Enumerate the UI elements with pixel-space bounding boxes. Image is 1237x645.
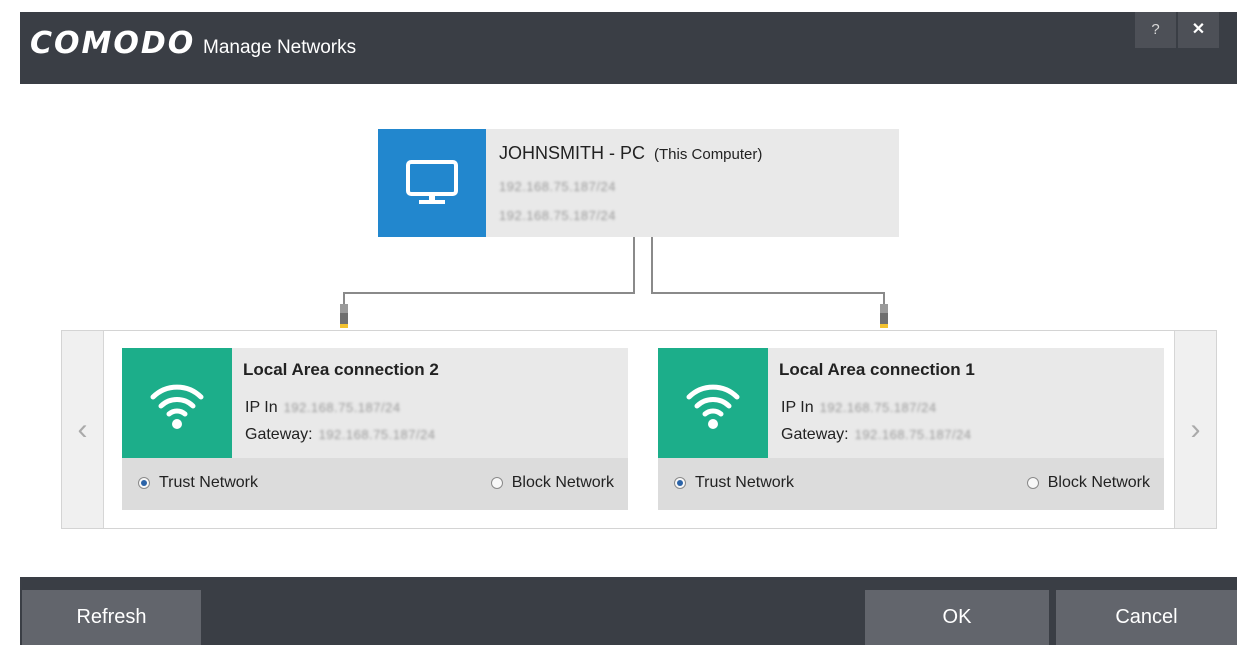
connection-ip: IP In 192.168.75.187/24 [781, 399, 937, 417]
networks-carousel: ‹ Local Area connection 2 IP In 192.168.7… [61, 330, 1217, 529]
block-network-radio[interactable]: Block Network [490, 474, 614, 492]
dialog-footer: Refresh OK Cancel [20, 577, 1237, 645]
trust-network-label: Trust Network [159, 474, 258, 491]
ip-label: IP In [781, 399, 814, 416]
manage-networks-dialog: COMODO Manage Networks ? ✕ JOHNSMITH - P… [20, 12, 1237, 645]
trust-network-radio[interactable]: Trust Network [138, 474, 258, 492]
radio-unselected-icon[interactable] [1026, 477, 1039, 489]
plug-left-icon [340, 304, 348, 328]
network-policy-options: Trust Network Block Network [122, 458, 628, 510]
network-map: JOHNSMITH - PC (This Computer) 192.168.7… [20, 84, 1237, 577]
connection-gateway: Gateway: 192.168.75.187/24 [245, 426, 436, 444]
gateway-label: Gateway: [245, 426, 313, 443]
connection-ip: IP In 192.168.75.187/24 [245, 399, 401, 417]
window-title: Manage Networks [203, 37, 357, 58]
this-computer-card: JOHNSMITH - PC (This Computer) 192.168.7… [378, 129, 899, 237]
computer-ip-address: 192.168.75.187/24 [499, 179, 616, 194]
next-arrow-icon[interactable]: › [1174, 331, 1216, 528]
wire-right [651, 237, 885, 306]
gateway-value: 192.168.75.187/24 [854, 427, 972, 442]
wifi-icon [122, 348, 232, 458]
network-card: Local Area connection 2 IP In 192.168.75.… [122, 348, 628, 510]
radio-unselected-icon[interactable] [490, 477, 503, 489]
ip-value: 192.168.75.187/24 [283, 400, 401, 415]
block-network-label: Block Network [511, 474, 614, 491]
network-cards: Local Area connection 2 IP In 192.168.75.… [104, 331, 1174, 528]
gateway-value: 192.168.75.187/24 [318, 427, 436, 442]
trust-network-label: Trust Network [695, 474, 794, 491]
previous-arrow-icon[interactable]: ‹ [62, 331, 104, 528]
this-computer-note: (This Computer) [654, 146, 763, 163]
ip-label: IP In [245, 399, 278, 416]
connection-name: Local Area connection 1 [779, 360, 975, 379]
title-bar: COMODO Manage Networks ? ✕ [20, 12, 1237, 84]
plug-right-icon [880, 304, 888, 328]
network-policy-options: Trust Network Block Network [658, 458, 1164, 510]
connection-gateway: Gateway: 192.168.75.187/24 [781, 426, 972, 444]
trust-network-radio[interactable]: Trust Network [674, 474, 794, 492]
monitor-icon [378, 129, 486, 237]
ip-value: 192.168.75.187/24 [819, 400, 937, 415]
radio-selected-icon[interactable] [138, 477, 150, 489]
help-button[interactable]: ? [1135, 12, 1176, 48]
wifi-icon [658, 348, 768, 458]
block-network-radio[interactable]: Block Network [1026, 474, 1150, 492]
network-card: Local Area connection 1 IP In 192.168.75.… [658, 348, 1164, 510]
hostname: JOHNSMITH - PC [499, 143, 645, 163]
ok-button[interactable]: OK [865, 590, 1049, 645]
radio-selected-icon[interactable] [674, 477, 686, 489]
comodo-logo: COMODO [30, 26, 196, 61]
cancel-button[interactable]: Cancel [1056, 590, 1237, 645]
connection-name: Local Area connection 2 [243, 360, 439, 379]
refresh-button[interactable]: Refresh [22, 590, 201, 645]
wire-left [343, 237, 635, 306]
computer-ip-address-2: 192.168.75.187/24 [499, 208, 616, 223]
gateway-label: Gateway: [781, 426, 849, 443]
block-network-label: Block Network [1047, 474, 1150, 491]
computer-name: JOHNSMITH - PC (This Computer) [499, 143, 762, 164]
close-button[interactable]: ✕ [1178, 12, 1219, 48]
